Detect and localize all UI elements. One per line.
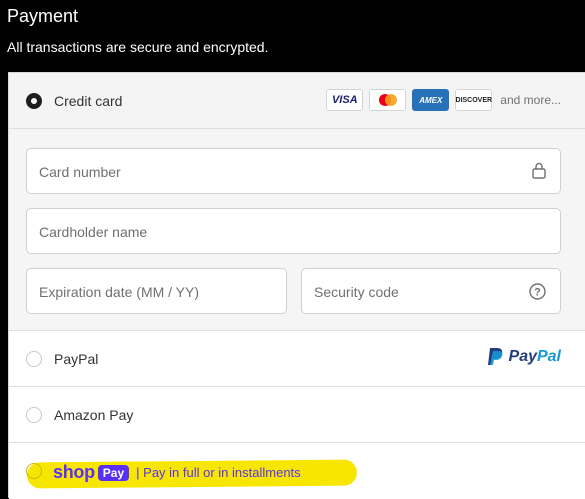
- credit-card-form: Card number Cardholder name Expiration d…: [9, 129, 585, 331]
- lock-icon: [532, 162, 546, 182]
- mastercard-icon: [378, 94, 397, 106]
- cardholder-name-field[interactable]: Cardholder name: [26, 208, 561, 254]
- discover-logo: DISCOVER: [455, 89, 493, 111]
- mastercard-logo: [369, 89, 407, 111]
- page-title: Payment: [7, 6, 79, 26]
- amex-logo: AMEX: [412, 89, 450, 111]
- card-number-placeholder: Card number: [39, 164, 121, 180]
- card-brands: VISA AMEX DISCOVER and more...: [326, 89, 561, 111]
- svg-text:?: ?: [534, 287, 541, 299]
- paypal-logo-text: PayPal: [508, 348, 561, 365]
- expiration-date-field[interactable]: Expiration date (MM / YY): [26, 268, 287, 314]
- security-code-placeholder: Security code: [314, 284, 399, 300]
- shop-pay-tagline: | Pay in full or in installments: [136, 465, 301, 480]
- more-cards-label: and more...: [500, 93, 561, 107]
- help-icon[interactable]: ?: [529, 283, 546, 303]
- amazon-pay-radio[interactable]: [26, 407, 42, 423]
- paypal-label: PayPal: [54, 351, 99, 367]
- shop-pay-badge: Pay: [97, 464, 130, 481]
- credit-card-radio[interactable]: [26, 93, 42, 109]
- payment-panel: Credit card VISA AMEX DISCOVER and more.…: [8, 72, 585, 499]
- visa-logo: VISA: [326, 89, 364, 111]
- shop-pay-radio[interactable]: [26, 463, 42, 479]
- shop-pay-option[interactable]: shop Pay | Pay in full or in installment…: [9, 443, 585, 499]
- security-code-field[interactable]: Security code ?: [301, 268, 561, 314]
- amazon-pay-label: Amazon Pay: [54, 407, 134, 423]
- paypal-radio[interactable]: [26, 351, 42, 367]
- shop-pay-logo: shop Pay | Pay in full or in installment…: [53, 462, 301, 483]
- credit-card-option[interactable]: Credit card VISA AMEX DISCOVER and more.…: [9, 73, 585, 129]
- cardholder-name-placeholder: Cardholder name: [39, 224, 148, 240]
- paypal-icon: [487, 348, 502, 365]
- paypal-logo: PayPal: [487, 347, 561, 367]
- shop-word: shop: [53, 462, 95, 482]
- amazon-pay-option[interactable]: Amazon Pay: [9, 387, 585, 443]
- paypal-option[interactable]: PayPal PayPal: [9, 331, 585, 387]
- credit-card-label: Credit card: [54, 93, 123, 109]
- expiration-date-placeholder: Expiration date (MM / YY): [39, 284, 200, 300]
- page-subtitle: All transactions are secure and encrypte…: [7, 39, 269, 55]
- card-number-field[interactable]: Card number: [26, 148, 561, 194]
